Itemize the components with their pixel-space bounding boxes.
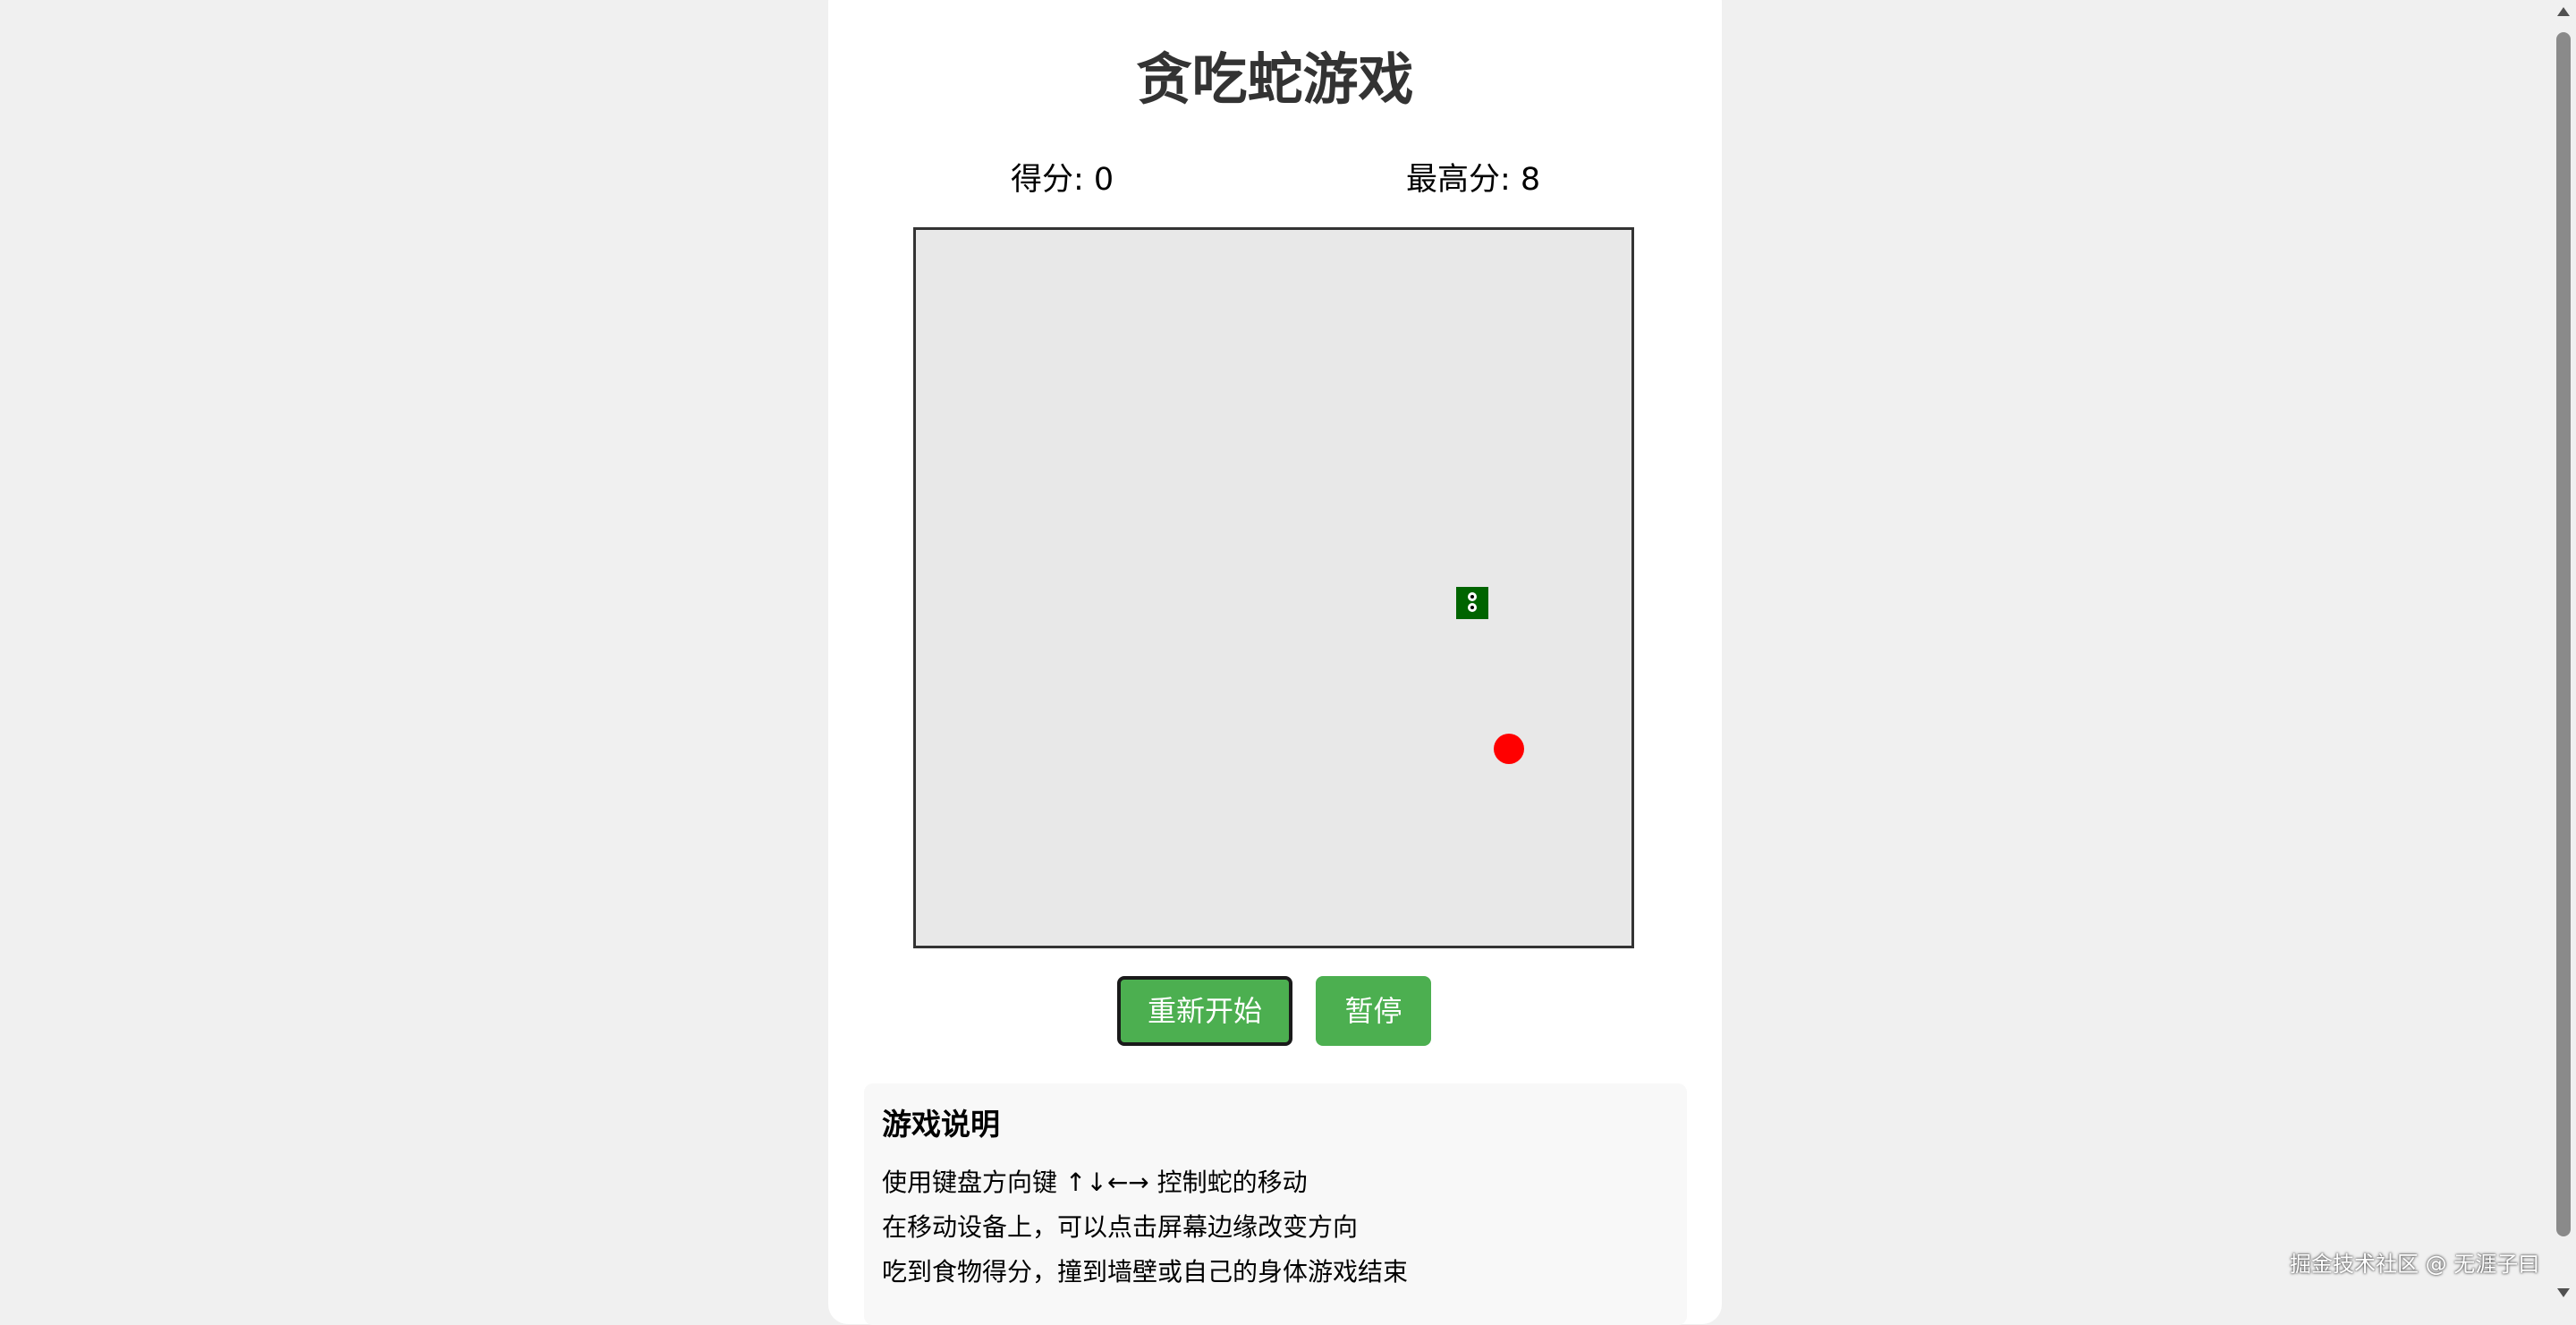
scroll-thumb[interactable]	[2556, 32, 2571, 1236]
snake-eye-icon	[1468, 603, 1477, 612]
watermark: 掘金技术社区 @ 无涯子曰	[2290, 1252, 2540, 1277]
snake-head	[1456, 587, 1488, 619]
scroll-up-icon[interactable]	[2557, 7, 2570, 16]
food-dot	[1494, 734, 1524, 764]
page-title: 贪吃蛇游戏	[1136, 47, 1414, 112]
score-display: 得分: 0	[1011, 162, 1114, 198]
game-board[interactable]	[913, 227, 1634, 948]
pause-button[interactable]: 暂停	[1316, 976, 1431, 1046]
instruction-line: 在移动设备上，可以点击屏幕边缘改变方向	[882, 1212, 1359, 1242]
instructions-title: 游戏说明	[882, 1107, 1000, 1142]
high-score-display: 最高分: 8	[1406, 162, 1541, 198]
snake-eye-icon	[1468, 592, 1477, 601]
instruction-line: 使用键盘方向键 ↑↓←→ 控制蛇的移动	[882, 1168, 1308, 1197]
scroll-down-icon[interactable]	[2557, 1288, 2570, 1297]
instructions-panel: 游戏说明 使用键盘方向键 ↑↓←→ 控制蛇的移动 在移动设备上，可以点击屏幕边缘…	[864, 1083, 1687, 1325]
instruction-line: 吃到食物得分，撞到墙壁或自己的身体游戏结束	[882, 1257, 1409, 1287]
vertical-scrollbar[interactable]	[2551, 0, 2576, 1308]
restart-button[interactable]: 重新开始	[1117, 976, 1292, 1046]
